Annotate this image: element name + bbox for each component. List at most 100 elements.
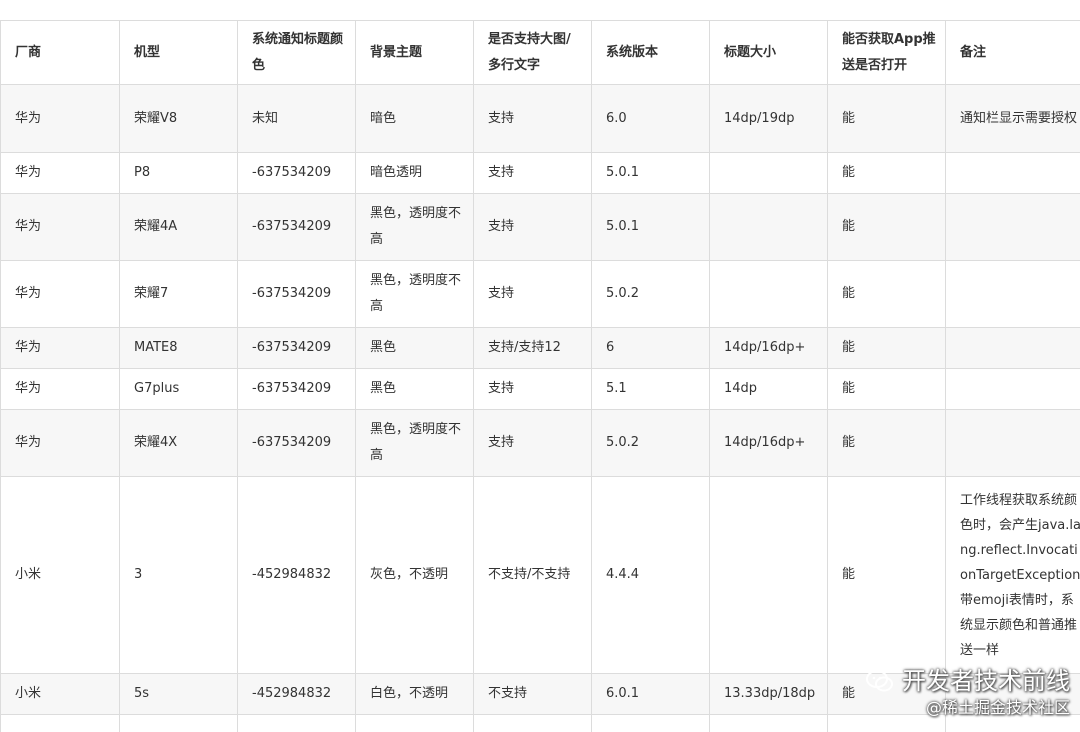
- table-cell: 黑色: [355, 368, 474, 410]
- table-cell: -637534209: [237, 193, 356, 261]
- table-cell: 灰色，不透明: [355, 476, 474, 674]
- table-cell: -637534209: [237, 260, 356, 328]
- table-row: 华为 荣耀4X -637534209 黑色，透明度不高 支持 5.0.2 14d…: [0, 409, 1080, 477]
- table-cell: 能: [827, 476, 946, 674]
- table-cell: 黑色: [355, 327, 474, 369]
- table-cell: 荣耀4A: [119, 193, 238, 261]
- table-cell: 支持: [473, 152, 592, 194]
- table-cell: 黑色，透明度不高: [355, 260, 474, 328]
- table-cell: 华为: [0, 409, 120, 477]
- table-cell: 能: [827, 368, 946, 410]
- table-cell: [945, 152, 1080, 194]
- table-cell: [945, 327, 1080, 369]
- table-cell: 支持: [473, 409, 592, 477]
- table-cell: 华为: [0, 152, 120, 194]
- table-cell: [945, 193, 1080, 261]
- col-header-os-version: 系统版本: [591, 20, 710, 85]
- table-cell: [709, 714, 828, 732]
- table-cell: [945, 368, 1080, 410]
- table-cell: -637534209: [237, 152, 356, 194]
- table-cell: 支持: [473, 84, 592, 153]
- table-cell: 支持/支持12: [473, 327, 592, 369]
- col-header-model: 机型: [119, 20, 238, 85]
- table-cell: 5.0.1: [591, 152, 710, 194]
- table-cell: 华为: [0, 260, 120, 328]
- table-cell: 3: [119, 476, 238, 674]
- table-cell: 5.0.2: [591, 260, 710, 328]
- table-header-row: 厂商 机型 系统通知标题颜色 背景主题 是否支持大图/多行文字 系统版本 标题大…: [0, 20, 1080, 85]
- table-row: 华为 荣耀7 -637534209 黑色，透明度不高 支持 5.0.2 能: [0, 260, 1080, 328]
- table-cell: 暗色透明: [355, 152, 474, 194]
- table-cell: 未知: [237, 84, 356, 153]
- col-header-vendor: 厂商: [0, 20, 120, 85]
- table-cell: 黑色，透明度不高: [355, 409, 474, 477]
- push-notification-compat-table: 厂商 机型 系统通知标题颜色 背景主题 是否支持大图/多行文字 系统版本 标题大…: [0, 20, 1080, 732]
- col-header-title-size: 标题大小: [709, 20, 828, 85]
- comparison-table-container: 厂商 机型 系统通知标题颜色 背景主题 是否支持大图/多行文字 系统版本 标题大…: [0, 0, 1080, 732]
- table-cell: -452984832: [237, 673, 356, 715]
- table-cell: 5.0.2: [591, 409, 710, 477]
- table-cell: 4.4.4: [591, 476, 710, 674]
- table-cell: 黑色，透明度不高: [355, 193, 474, 261]
- table-cell: [237, 714, 356, 732]
- table-cell: [355, 714, 474, 732]
- table-cell: [945, 409, 1080, 477]
- col-header-title-color: 系统通知标题颜色: [237, 20, 356, 85]
- table-cell: 13.33dp/18dp: [709, 673, 828, 715]
- table-cell: 14dp/16dp+: [709, 409, 828, 477]
- table-cell: 支持: [473, 193, 592, 261]
- watermark: 开发者技术前线 @稀土掘金技术社区: [866, 666, 1070, 718]
- table-cell: 华为: [0, 84, 120, 153]
- table-row: 华为 P8 -637534209 暗色透明 支持 5.0.1 能: [0, 152, 1080, 194]
- watermark-title: 开发者技术前线: [902, 667, 1070, 695]
- table-cell: 工作线程获取系统颜色时，会产生java.lang.reflect.Invocat…: [945, 476, 1080, 674]
- table-cell: 能: [827, 84, 946, 153]
- table-cell: 支持: [473, 368, 592, 410]
- table-cell: 5s: [119, 673, 238, 715]
- table-cell: 荣耀4X: [119, 409, 238, 477]
- table-cell: 能: [827, 409, 946, 477]
- wechat-icon: [866, 670, 893, 692]
- table-cell: 5.0.1: [591, 193, 710, 261]
- table-cell: 华为: [0, 368, 120, 410]
- table-cell: [709, 260, 828, 328]
- table-cell: 暗色: [355, 84, 474, 153]
- table-cell: [591, 714, 710, 732]
- col-header-push-enabled: 能否获取App推送是否打开: [827, 20, 946, 85]
- table-cell: 能: [827, 260, 946, 328]
- table-cell: 6.0: [591, 84, 710, 153]
- table-cell: [709, 476, 828, 674]
- table-cell: 5.1: [591, 368, 710, 410]
- table-cell: 通知栏显示需要授权: [945, 84, 1080, 153]
- table-cell: 小米: [0, 673, 120, 715]
- table-cell: [709, 193, 828, 261]
- table-row: 小米 3 -452984832 灰色，不透明 不支持/不支持 4.4.4 能 工…: [0, 476, 1080, 674]
- table-cell: -637534209: [237, 368, 356, 410]
- table-cell: [473, 714, 592, 732]
- table-cell: 华为: [0, 193, 120, 261]
- table-cell: 不支持/不支持: [473, 476, 592, 674]
- table-cell: 小米: [0, 476, 120, 674]
- table-row: 华为 荣耀V8 未知 暗色 支持 6.0 14dp/19dp 能 通知栏显示需要…: [0, 84, 1080, 153]
- table-cell: [119, 714, 238, 732]
- table-cell: 不支持: [473, 673, 592, 715]
- table-cell: 支持: [473, 260, 592, 328]
- table-cell: MATE8: [119, 327, 238, 369]
- table-cell: -637534209: [237, 327, 356, 369]
- table-row: 华为 荣耀4A -637534209 黑色，透明度不高 支持 5.0.1 能: [0, 193, 1080, 261]
- watermark-title-line: 开发者技术前线: [866, 666, 1070, 696]
- table-cell: -452984832: [237, 476, 356, 674]
- table-cell: 14dp/16dp+: [709, 327, 828, 369]
- table-cell: [0, 714, 120, 732]
- watermark-subtitle: @稀土掘金技术社区: [925, 698, 1070, 717]
- table-cell: 6: [591, 327, 710, 369]
- table-cell: 能: [827, 152, 946, 194]
- table-cell: [945, 260, 1080, 328]
- table-cell: 14dp/19dp: [709, 84, 828, 153]
- table-cell: 6.0.1: [591, 673, 710, 715]
- table-cell: 华为: [0, 327, 120, 369]
- table-cell: G7plus: [119, 368, 238, 410]
- table-cell: 14dp: [709, 368, 828, 410]
- table-cell: P8: [119, 152, 238, 194]
- table-row: 华为 MATE8 -637534209 黑色 支持/支持12 6 14dp/16…: [0, 327, 1080, 369]
